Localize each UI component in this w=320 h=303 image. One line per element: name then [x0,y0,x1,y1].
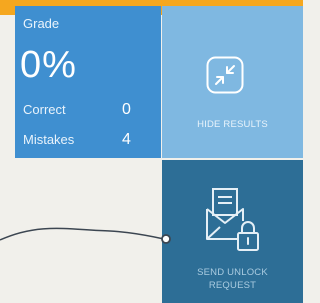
correct-count: 0 [122,101,131,118]
hide-results-label: HIDE RESULTS [197,119,268,130]
mistakes-label: Mistakes [23,132,75,147]
send-unlock-request-button[interactable]: SEND UNLOCK REQUEST [162,160,303,303]
send-unlock-label-line2: REQUEST [208,280,257,291]
grade-label: Grade [23,16,60,31]
grade-value: 0% [20,44,77,86]
compress-arrows-icon [206,56,244,94]
correct-label: Correct [23,102,66,117]
grade-panel: Grade 0% Correct 0 Mistakes 4 [15,6,161,158]
mistakes-row: Mistakes 4 [23,131,135,148]
hide-results-button[interactable]: HIDE RESULTS [162,6,303,158]
envelope-lock-icon [206,188,259,251]
correct-row: Correct 0 [23,101,135,118]
mistakes-count: 4 [122,131,131,148]
send-unlock-label: SEND UNLOCK REQUEST [162,266,303,292]
send-unlock-label-line1: SEND UNLOCK [197,267,268,278]
